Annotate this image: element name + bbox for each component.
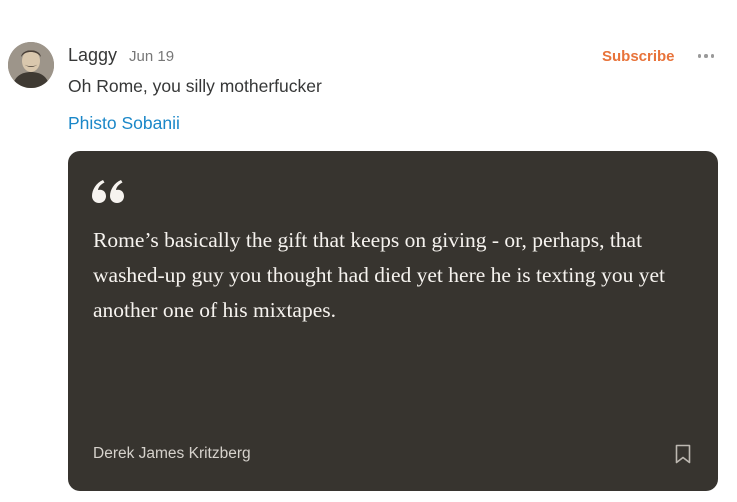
- quote-icon: [92, 180, 124, 203]
- mention-link[interactable]: Phisto Sobanii: [68, 113, 180, 134]
- avatar[interactable]: [8, 42, 54, 88]
- more-dot: [704, 54, 708, 58]
- quote-text: Rome’s basically the gift that keeps on …: [93, 228, 666, 322]
- quote-card[interactable]: Rome’s basically the gift that keeps on …: [68, 151, 718, 491]
- bookmark-icon[interactable]: [672, 441, 694, 467]
- more-dot: [710, 54, 715, 58]
- quote-author: Derek James Kritzberg: [93, 445, 251, 462]
- note-header: Laggy Jun 19: [68, 45, 174, 69]
- subscribe-button[interactable]: Subscribe: [596, 46, 681, 67]
- note-body: Oh Rome, you silly motherfucker: [68, 76, 322, 96]
- more-options-icon[interactable]: [692, 44, 720, 68]
- note-item: Laggy Jun 19 Subscribe Oh Rome, you sill…: [0, 0, 737, 502]
- more-dot: [697, 54, 702, 58]
- post-date: Jun 19: [129, 48, 175, 65]
- author-name[interactable]: Laggy: [68, 45, 117, 66]
